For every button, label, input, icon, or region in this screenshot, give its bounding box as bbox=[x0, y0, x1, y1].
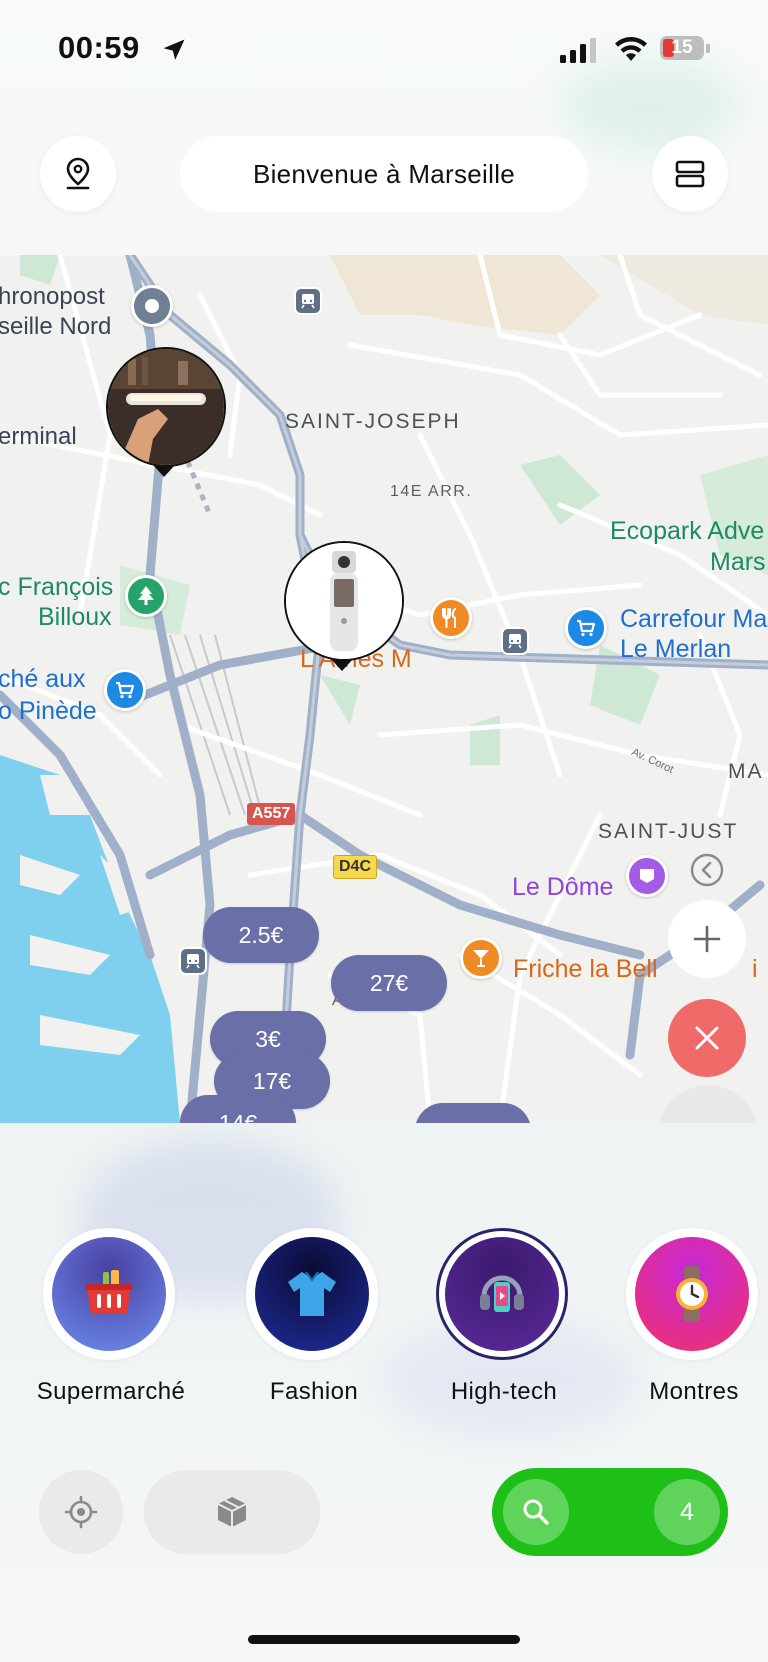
poi-pin[interactable] bbox=[131, 285, 173, 327]
category-label: High-tech bbox=[450, 1378, 558, 1405]
close-icon bbox=[695, 1026, 719, 1050]
collapse-controls-button[interactable] bbox=[668, 840, 746, 900]
restaurant-pin[interactable] bbox=[430, 597, 472, 639]
cart-icon bbox=[577, 619, 596, 637]
map-label: Carrefour Ma bbox=[620, 605, 768, 633]
product-marker-pointer bbox=[331, 659, 353, 671]
park-pin[interactable] bbox=[125, 575, 167, 617]
map-label: c François bbox=[0, 573, 114, 601]
price-marker[interactable] bbox=[415, 1103, 531, 1123]
cellular-signal-icon bbox=[560, 38, 596, 63]
map-view[interactable]: hronopost seille Nord erminal SAINT-JOSE… bbox=[0, 255, 768, 1123]
venue-pin[interactable] bbox=[626, 855, 668, 897]
battery-level: 15 bbox=[671, 37, 693, 58]
crosshair-icon bbox=[64, 1495, 98, 1529]
district-label: 14E ARR. bbox=[390, 483, 473, 500]
search-button[interactable] bbox=[503, 1479, 569, 1545]
map-label: Mars bbox=[710, 548, 766, 576]
basket-icon bbox=[85, 1270, 133, 1314]
status-bar: 00:59 15 bbox=[0, 0, 768, 100]
shop-pin[interactable] bbox=[104, 669, 146, 711]
map-label: seille Nord bbox=[0, 313, 112, 340]
map-label: hronopost bbox=[0, 283, 105, 310]
page-title[interactable]: Bienvenue à Marseille bbox=[180, 136, 588, 212]
location-arrow-icon bbox=[163, 39, 185, 60]
train-station-pin[interactable] bbox=[179, 947, 207, 975]
price-marker[interactable]: 2.5€ bbox=[203, 907, 319, 963]
search-results-button[interactable]: 4 bbox=[492, 1468, 728, 1556]
category-label: Fashion bbox=[269, 1378, 359, 1405]
district-label: SAINT-JOSEPH bbox=[285, 410, 461, 433]
map-label: erminal bbox=[0, 423, 77, 450]
category-label: Montres bbox=[649, 1378, 739, 1405]
map-label: i bbox=[752, 955, 758, 983]
shirt-icon bbox=[288, 1271, 336, 1316]
search-icon bbox=[523, 1499, 549, 1525]
product-marker-lamp[interactable] bbox=[106, 347, 226, 467]
close-button[interactable] bbox=[668, 999, 746, 1077]
map-label: o Pinède bbox=[0, 697, 97, 725]
price-marker[interactable]: 27€ bbox=[331, 955, 447, 1011]
result-count-badge: 4 bbox=[654, 1479, 720, 1545]
map-label: Le Merlan bbox=[620, 635, 732, 663]
fork-knife-icon bbox=[442, 608, 456, 628]
train-station-pin[interactable] bbox=[501, 627, 529, 655]
headphones-phone-icon bbox=[480, 1275, 524, 1312]
category-montres[interactable]: Montres bbox=[626, 1228, 762, 1405]
cart-icon bbox=[116, 681, 135, 699]
add-button[interactable] bbox=[668, 900, 746, 978]
plus-icon bbox=[693, 925, 721, 953]
train-icon bbox=[508, 634, 522, 649]
bar-pin[interactable] bbox=[460, 937, 502, 979]
district-label: MA bbox=[728, 760, 764, 783]
product-photo bbox=[286, 543, 402, 659]
price-marker[interactable]: 14€ bbox=[180, 1095, 296, 1123]
shop-pin[interactable] bbox=[565, 607, 607, 649]
recenter-button[interactable] bbox=[39, 1470, 123, 1554]
watch-icon bbox=[676, 1266, 708, 1322]
road-badge: A557 bbox=[247, 803, 296, 825]
map-label: Ecopark Adve bbox=[610, 517, 765, 545]
list-view-icon bbox=[675, 160, 705, 188]
battery-indicator: 15 bbox=[660, 36, 710, 62]
delivery-filter-button[interactable] bbox=[144, 1470, 320, 1554]
map-label: ché aux bbox=[0, 665, 86, 693]
product-marker-camera[interactable] bbox=[284, 541, 404, 661]
train-icon bbox=[186, 954, 200, 969]
category-fashion[interactable]: Fashion bbox=[246, 1228, 382, 1405]
map-pin-icon bbox=[66, 157, 90, 190]
train-icon bbox=[301, 294, 315, 309]
status-time: 00:59 bbox=[58, 30, 140, 65]
venue-icon bbox=[640, 869, 654, 883]
product-photo bbox=[108, 349, 224, 465]
map-label: Le Dôme bbox=[512, 873, 614, 901]
view-toggle-button[interactable] bbox=[652, 136, 728, 212]
product-marker-pointer bbox=[153, 465, 175, 477]
category-high-tech[interactable]: High-tech bbox=[436, 1228, 572, 1405]
tree-icon bbox=[138, 586, 154, 605]
wifi-icon bbox=[615, 37, 647, 61]
cocktail-icon bbox=[473, 950, 489, 967]
chevron-left-circle-icon bbox=[690, 853, 724, 887]
road-badge: D4C bbox=[333, 855, 378, 879]
category-label: Supermarché bbox=[36, 1378, 186, 1405]
category-supermarche[interactable]: Supermarché bbox=[37, 1228, 185, 1405]
location-button[interactable] bbox=[40, 136, 116, 212]
package-icon bbox=[217, 1497, 247, 1527]
map-label: Billoux bbox=[38, 603, 112, 631]
home-indicator[interactable] bbox=[248, 1635, 520, 1644]
train-station-pin[interactable] bbox=[294, 287, 322, 315]
map-label: Friche la Bell bbox=[513, 955, 658, 983]
